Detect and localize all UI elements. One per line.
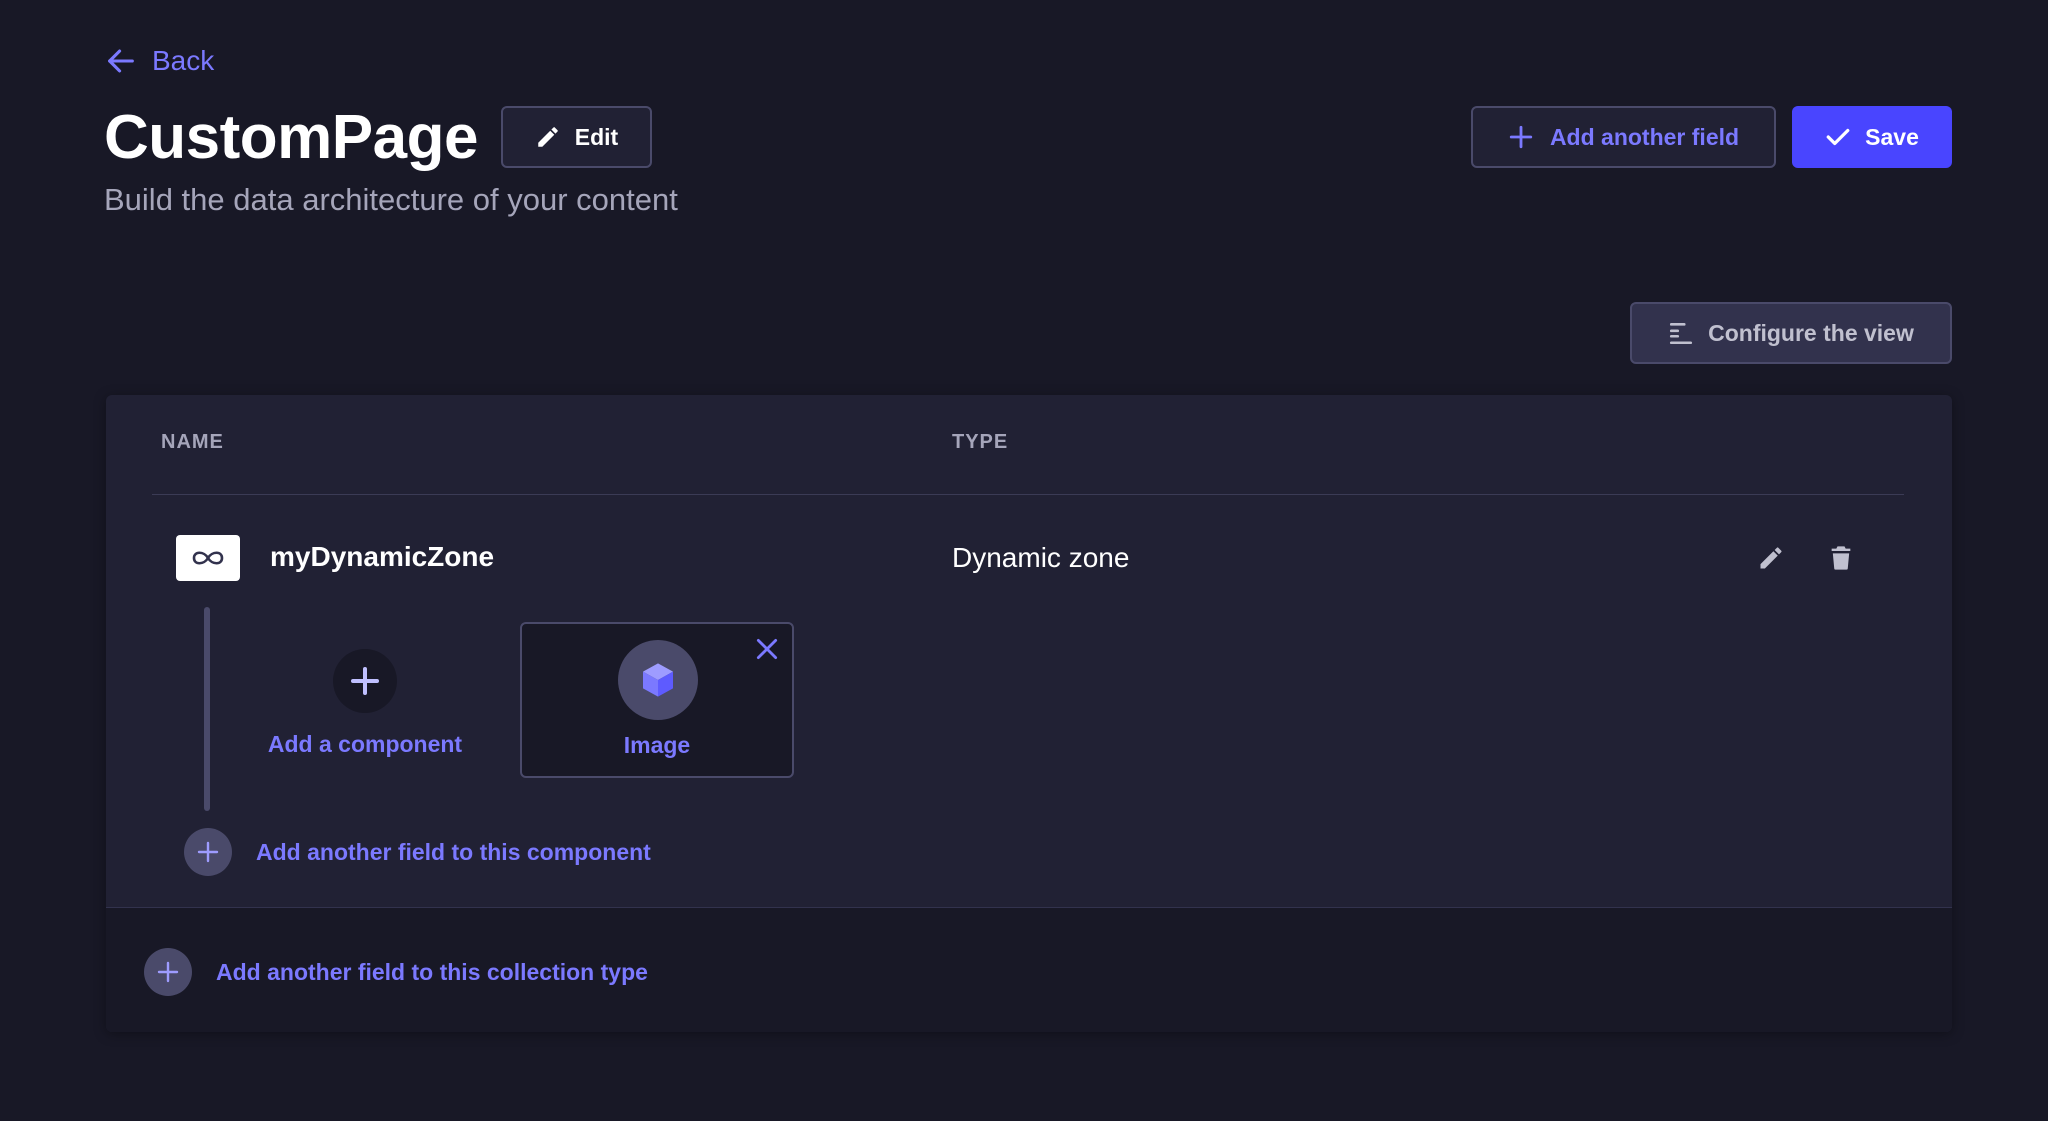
add-another-field-button[interactable]: Add another field bbox=[1471, 106, 1776, 168]
check-icon bbox=[1826, 128, 1850, 146]
column-header-name: NAME bbox=[161, 431, 224, 453]
edit-button[interactable]: Edit bbox=[501, 106, 652, 168]
edit-button-label: Edit bbox=[574, 123, 619, 150]
plus-icon bbox=[351, 667, 379, 695]
pencil-icon bbox=[1760, 547, 1782, 569]
close-icon[interactable] bbox=[754, 636, 780, 662]
add-field-to-collection-label: Add another field to this collection typ… bbox=[216, 958, 648, 985]
back-link[interactable]: Back bbox=[104, 44, 214, 78]
component-icon-circle bbox=[618, 640, 698, 720]
plus-icon bbox=[197, 841, 219, 863]
configure-view-button[interactable]: Configure the view bbox=[1630, 302, 1952, 364]
add-field-to-collection-button[interactable]: Add another field to this collection typ… bbox=[144, 948, 648, 996]
arrow-left-icon bbox=[108, 49, 134, 73]
layout-list-icon bbox=[1670, 323, 1693, 345]
page-subtitle: Build the data architecture of your cont… bbox=[104, 182, 678, 217]
table-footer: Add another field to this collection typ… bbox=[106, 907, 1952, 1032]
configure-view-label: Configure the view bbox=[1708, 319, 1914, 346]
delete-field-button[interactable] bbox=[1824, 541, 1858, 575]
column-header-type: TYPE bbox=[952, 431, 1009, 453]
edit-field-button[interactable] bbox=[1754, 541, 1788, 575]
plus-circle bbox=[184, 828, 232, 876]
field-type: Dynamic zone bbox=[952, 542, 1130, 573]
dynamic-zone-connector bbox=[204, 607, 210, 811]
plus-icon bbox=[1509, 125, 1533, 149]
trash-icon bbox=[1831, 546, 1851, 570]
cube-icon bbox=[643, 663, 673, 697]
fields-table: NAME TYPE myDynamicZone Dynamic zone Add… bbox=[106, 395, 1952, 1032]
add-field-to-component-label: Add another field to this component bbox=[256, 838, 651, 865]
plus-icon bbox=[157, 961, 179, 983]
infinity-icon bbox=[176, 535, 240, 581]
pencil-icon bbox=[538, 127, 558, 147]
page-title: CustomPage bbox=[104, 103, 478, 172]
add-component-button[interactable]: Add a component bbox=[260, 649, 470, 758]
add-field-to-component-button[interactable]: Add another field to this component bbox=[184, 828, 651, 876]
back-label: Back bbox=[152, 45, 215, 76]
save-label: Save bbox=[1865, 123, 1919, 150]
add-component-label: Add a component bbox=[267, 731, 463, 757]
header-divider bbox=[152, 494, 1904, 495]
content-type-builder-page: Back CustomPage Edit Build the data arch… bbox=[0, 0, 2048, 1121]
component-card-image[interactable]: Image bbox=[520, 622, 794, 778]
add-component-circle bbox=[333, 649, 397, 713]
save-button[interactable]: Save bbox=[1792, 106, 1952, 168]
component-label: Image bbox=[623, 732, 691, 758]
plus-circle bbox=[144, 948, 192, 996]
add-another-field-label: Add another field bbox=[1549, 123, 1740, 150]
field-name: myDynamicZone bbox=[270, 541, 495, 572]
